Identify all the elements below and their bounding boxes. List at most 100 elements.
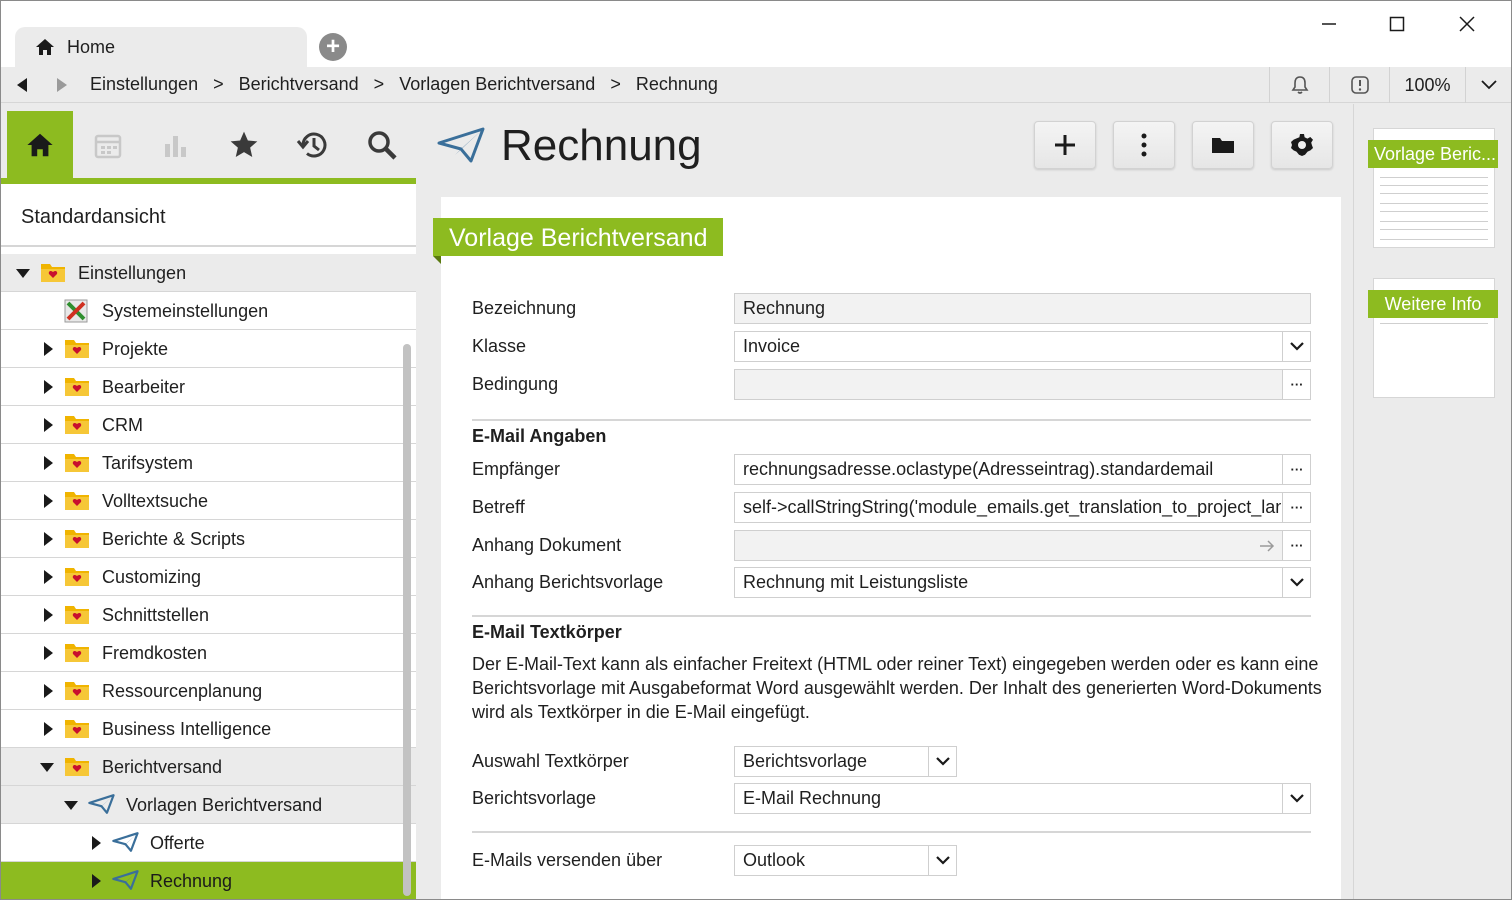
berichtsvorlage-dropdown-button[interactable] xyxy=(1282,784,1310,813)
sidebar-home-button[interactable] xyxy=(7,111,73,178)
anhang-vorlage-dropdown-button[interactable] xyxy=(1282,568,1310,597)
collapse-arrow-icon[interactable] xyxy=(44,722,53,736)
collapse-arrow-icon[interactable] xyxy=(44,342,53,356)
tree-item[interactable]: Business Intelligence xyxy=(1,710,416,748)
tree-item[interactable]: Offerte xyxy=(1,824,416,862)
collapse-arrow-icon[interactable] xyxy=(44,532,53,546)
chevron-down-icon xyxy=(1480,80,1497,90)
expand-arrow-icon[interactable] xyxy=(16,269,30,278)
collapse-arrow-icon[interactable] xyxy=(44,418,53,432)
chevron-down-icon xyxy=(1290,578,1304,587)
tree-item-label: Ressourcenplanung xyxy=(102,681,263,701)
back-arrow-icon[interactable] xyxy=(15,77,29,93)
breadcrumb-item[interactable]: Einstellungen xyxy=(90,74,198,95)
klasse-select[interactable]: Invoice xyxy=(734,331,1311,362)
forward-arrow-icon[interactable] xyxy=(55,77,69,93)
versenden-select[interactable]: Outlook xyxy=(734,845,957,876)
folder-button[interactable] xyxy=(1192,121,1254,169)
thumbnail-title[interactable]: Weitere Info xyxy=(1368,290,1498,318)
sidebar-favorites-button[interactable] xyxy=(211,112,277,178)
bezeichnung-field[interactable]: Rechnung xyxy=(734,293,1311,324)
folder-icon xyxy=(64,603,90,625)
sidebar-search-button[interactable] xyxy=(349,112,415,178)
home-icon xyxy=(36,39,54,55)
breadcrumb-item[interactable]: Berichtversand xyxy=(239,74,359,95)
tree-item[interactable]: Volltextsuche xyxy=(1,482,416,520)
tree-item[interactable]: Berichtversand xyxy=(1,748,416,786)
betreff-field[interactable]: self->callStringString('module_emails.ge… xyxy=(734,492,1311,523)
berichtsvorlage-select[interactable]: E-Mail Rechnung xyxy=(734,783,1311,814)
collapse-arrow-icon[interactable] xyxy=(44,646,53,660)
versenden-dropdown-button[interactable] xyxy=(928,846,956,875)
settings-button[interactable] xyxy=(1271,121,1333,169)
empfaenger-field[interactable]: rechnungsadresse.oclastype(Adresseintrag… xyxy=(734,454,1311,485)
versenden-value: Outlook xyxy=(743,850,806,870)
tree-item-label: Berichte & Scripts xyxy=(102,529,246,549)
bedingung-ellipsis-button[interactable]: ··· xyxy=(1282,370,1310,399)
calendar-icon xyxy=(94,134,122,159)
breadcrumb-item[interactable]: Rechnung xyxy=(636,74,718,95)
minimize-button[interactable] xyxy=(1309,9,1349,39)
collapse-arrow-icon[interactable] xyxy=(44,570,53,584)
klasse-dropdown-button[interactable] xyxy=(1282,332,1310,361)
sidebar-scrollbar[interactable] xyxy=(403,344,411,896)
tree-item[interactable]: Rechnung xyxy=(1,862,416,899)
nav-menu-dropdown[interactable] xyxy=(1465,67,1511,103)
sidebar-calendar-button[interactable] xyxy=(75,112,141,178)
tab-home[interactable]: Home xyxy=(15,27,307,67)
tree-item[interactable]: Tarifsystem xyxy=(1,444,416,482)
arrow-right-icon[interactable] xyxy=(1259,539,1275,553)
nav-bar: Einstellungen > Berichtversand > Vorlage… xyxy=(1,67,1511,103)
tree-item[interactable]: Vorlagen Berichtversand xyxy=(1,786,416,824)
collapse-arrow-icon[interactable] xyxy=(44,684,53,698)
sidebar-stats-button[interactable] xyxy=(143,112,209,178)
folder-icon xyxy=(64,565,90,587)
tree-item[interactable]: Customizing xyxy=(1,558,416,596)
collapse-arrow-icon[interactable] xyxy=(44,608,53,622)
betreff-ellipsis-button[interactable]: ··· xyxy=(1282,493,1310,522)
plus-circle-icon[interactable]: + xyxy=(319,33,347,61)
auswahl-select[interactable]: Berichtsvorlage xyxy=(734,746,957,777)
tree-item[interactable]: Fremdkosten xyxy=(1,634,416,672)
versenden-label: E-Mails versenden über xyxy=(472,850,663,870)
expand-arrow-icon[interactable] xyxy=(64,801,78,810)
zoom-level[interactable]: 100% xyxy=(1389,67,1465,103)
expand-arrow-icon[interactable] xyxy=(40,763,54,772)
anhang-vorlage-select[interactable]: Rechnung mit Leistungsliste xyxy=(734,567,1311,598)
anhang-dokument-ellipsis-button[interactable]: ··· xyxy=(1282,531,1310,560)
tree-item-label: Einstellungen xyxy=(78,263,187,283)
tree-item-label: Bearbeiter xyxy=(102,377,186,397)
collapse-arrow-icon[interactable] xyxy=(44,456,53,470)
more-options-button[interactable] xyxy=(1113,121,1175,169)
tree-item[interactable]: Bearbeiter xyxy=(1,368,416,406)
alert-button[interactable] xyxy=(1329,67,1389,103)
thumbnail-title[interactable]: Vorlage Beric... xyxy=(1368,140,1498,168)
tree-item[interactable]: Projekte xyxy=(1,330,416,368)
collapse-arrow-icon[interactable] xyxy=(44,380,53,394)
tree-item[interactable]: Berichte & Scripts xyxy=(1,520,416,558)
sidebar-history-button[interactable] xyxy=(280,112,346,178)
auswahl-dropdown-button[interactable] xyxy=(928,747,956,776)
add-button[interactable] xyxy=(1034,121,1096,169)
bedingung-field[interactable]: ··· xyxy=(734,369,1311,400)
betreff-label: Betreff xyxy=(472,497,525,517)
view-name[interactable]: Standardansicht xyxy=(21,206,166,229)
collapse-arrow-icon[interactable] xyxy=(92,874,101,888)
tree-item[interactable]: Schnittstellen xyxy=(1,596,416,634)
tree-item[interactable]: CRM xyxy=(1,406,416,444)
notifications-button[interactable] xyxy=(1269,67,1329,103)
breadcrumb-item[interactable]: Vorlagen Berichtversand xyxy=(399,74,595,95)
tree-item[interactable]: Einstellungen xyxy=(1,254,416,292)
close-button[interactable] xyxy=(1447,9,1487,39)
maximize-button[interactable] xyxy=(1377,9,1417,39)
breadcrumb-separator: > xyxy=(213,74,224,94)
collapse-arrow-icon[interactable] xyxy=(44,494,53,508)
tree-item-label: Berichtversand xyxy=(102,757,223,777)
tab-bar: Home + xyxy=(1,1,1511,67)
collapse-arrow-icon[interactable] xyxy=(92,836,101,850)
anhang-dokument-label: Anhang Dokument xyxy=(472,535,622,555)
empfaenger-ellipsis-button[interactable]: ··· xyxy=(1282,455,1310,484)
tree-item[interactable]: Ressourcenplanung xyxy=(1,672,416,710)
anhang-dokument-field[interactable]: ··· xyxy=(734,530,1311,561)
tree-item[interactable]: Systemeinstellungen xyxy=(1,292,416,330)
